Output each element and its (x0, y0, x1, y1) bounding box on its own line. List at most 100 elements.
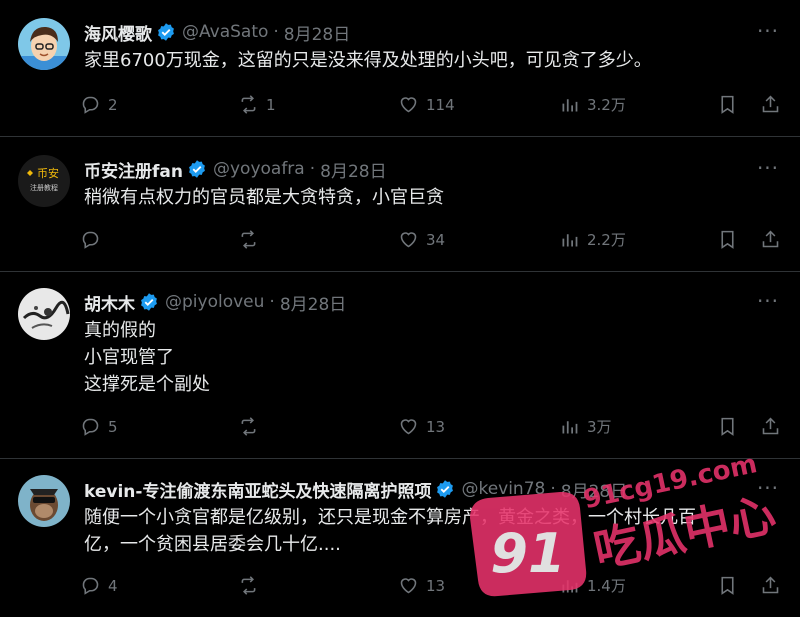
view-count: 3.2万 (587, 96, 626, 114)
share-button[interactable] (760, 229, 788, 250)
retweet-button[interactable] (238, 416, 266, 437)
views-button[interactable]: 1.4万 (559, 575, 626, 596)
retweet-button[interactable]: 1 (238, 94, 276, 115)
retweet-icon (241, 417, 256, 436)
reply-button[interactable]: 5 (80, 416, 118, 437)
reply-button[interactable]: 2 (80, 94, 118, 115)
views-chart-icon (562, 99, 578, 112)
view-count: 1.4万 (587, 577, 626, 595)
bookmark-button[interactable] (717, 575, 745, 596)
cartoon-avatar-icon (18, 18, 70, 70)
verified-badge-icon (189, 160, 205, 178)
like-button[interactable]: 13 (398, 416, 445, 437)
tweet-header: kevin-专注偷渡东南亚蛇头及快速隔离护照项 @kevin78 · 8月28日 (84, 474, 740, 504)
like-button[interactable]: 13 (398, 575, 445, 596)
timestamp[interactable]: 8月28日 (284, 20, 350, 45)
bookmark-button[interactable] (717, 416, 745, 437)
timestamp[interactable]: 8月28日 (320, 157, 386, 182)
avatar[interactable] (18, 18, 70, 70)
views-chart-icon (562, 234, 578, 247)
svg-text:注册教程: 注册教程 (30, 183, 58, 192)
reply-button[interactable]: 4 (80, 575, 118, 596)
bookmark-button[interactable] (717, 94, 745, 115)
tweet-text-line: 家里6700万现金，这留的只是没来得及处理的小头吧，可见贪了多少。 (84, 50, 652, 71)
heart-icon (400, 578, 417, 594)
more-options-icon[interactable]: ··· (756, 21, 780, 44)
verified-badge-icon (158, 23, 174, 41)
tweet-text: 随便一个小贪官都是亿级别，还只是现金不算房产，黄金之类，一个村长几百 亿，一个贫… (84, 504, 740, 558)
more-options-icon[interactable]: ··· (756, 478, 780, 501)
tweet[interactable]: 币安 注册教程 币安注册fan @yoyoafra · 8月28日 ··· 稍微… (0, 137, 800, 272)
handle[interactable]: @AvaSato (182, 22, 268, 42)
like-button[interactable]: 114 (398, 94, 455, 115)
heart-icon (400, 232, 417, 248)
retweet-icon (241, 230, 256, 249)
reply-button[interactable] (80, 229, 108, 250)
tweet-text-line: 稍微有点权力的官员都是大贪特贪，小官巨贪 (84, 187, 444, 208)
tweet-text-line: 这撑死是个副处 (84, 374, 210, 395)
tweet-text-line: 小官现管了 (84, 347, 174, 368)
like-button[interactable]: 34 (398, 229, 445, 250)
share-button[interactable] (760, 575, 788, 596)
views-button[interactable]: 3万 (559, 416, 612, 437)
share-button[interactable] (760, 416, 788, 437)
tweet[interactable]: kevin-专注偷渡东南亚蛇头及快速隔离护照项 @kevin78 · 8月28日… (0, 459, 800, 617)
heart-icon (400, 97, 417, 113)
tweet-text: 真的假的 小官现管了 这撑死是个副处 (84, 317, 780, 398)
more-options-icon[interactable]: ··· (756, 158, 780, 181)
views-button[interactable]: 2.2万 (559, 229, 626, 250)
reply-count: 4 (108, 576, 118, 595)
bookmark-icon (721, 417, 734, 436)
retweet-icon (241, 95, 256, 114)
verified-badge-icon (437, 480, 454, 498)
bookmark-icon (721, 230, 734, 249)
tweet-text-line: 亿，一个贫困县居委会几十亿.... (84, 534, 341, 555)
handle[interactable]: @yoyoafra (213, 159, 305, 179)
like-count: 34 (426, 230, 446, 249)
tweet-text-line: 真的假的 (84, 320, 156, 341)
views-chart-icon (562, 580, 578, 593)
handle[interactable]: @piyoloveu (165, 292, 264, 312)
tweet[interactable]: 海风樱歌 @AvaSato · 8月28日 ··· 家里6700万现金，这留的只… (0, 0, 800, 137)
tweet-header: 币安注册fan @yoyoafra · 8月28日 (84, 154, 740, 184)
display-name[interactable]: 胡木木 (84, 290, 135, 315)
reply-icon (82, 231, 99, 249)
avatar[interactable]: 币安 注册教程 (18, 155, 70, 207)
tweet[interactable]: 胡木木 @piyoloveu · 8月28日 ··· 真的假的 小官现管了 这撑… (0, 272, 800, 459)
separator-dot: · (550, 479, 556, 499)
share-icon (762, 95, 779, 113)
display-name[interactable]: kevin-专注偷渡东南亚蛇头及快速隔离护照项 (84, 477, 431, 502)
like-count: 13 (426, 576, 446, 595)
tweet-actions: 4 13 1.4万 (80, 575, 780, 599)
bookmark-icon (721, 576, 734, 595)
views-button[interactable]: 3.2万 (559, 94, 626, 115)
retweet-button[interactable] (238, 229, 266, 250)
view-count: 3万 (587, 418, 612, 436)
more-options-icon[interactable]: ··· (756, 291, 780, 314)
share-icon (762, 576, 779, 594)
heart-icon (400, 419, 417, 435)
avatar[interactable] (18, 475, 70, 527)
retweet-button[interactable] (238, 575, 266, 596)
tweet-text: 稍微有点权力的官员都是大贪特贪，小官巨贪 (84, 184, 780, 211)
like-count: 114 (426, 95, 455, 114)
view-count: 2.2万 (587, 231, 626, 249)
binance-logo-avatar-icon: 币安 注册教程 (18, 155, 70, 207)
share-icon (762, 417, 779, 435)
avatar[interactable] (18, 288, 70, 340)
display-name[interactable]: 币安注册fan (84, 157, 183, 182)
separator-dot: · (269, 292, 275, 312)
handle[interactable]: @kevin78 (461, 479, 545, 499)
separator-dot: · (273, 22, 279, 42)
tweet-actions: 2 1 114 3.2万 (80, 94, 780, 118)
retweet-count: 1 (266, 95, 276, 114)
ink-painting-avatar-icon (18, 288, 70, 340)
share-button[interactable] (760, 94, 788, 115)
reply-icon (82, 418, 99, 436)
timestamp[interactable]: 8月28日 (280, 290, 346, 315)
display-name[interactable]: 海风樱歌 (84, 20, 152, 45)
svg-text:币安: 币安 (37, 166, 59, 180)
ape-avatar-icon (18, 475, 70, 527)
bookmark-button[interactable] (717, 229, 745, 250)
timestamp[interactable]: 8月28日 (561, 477, 627, 502)
